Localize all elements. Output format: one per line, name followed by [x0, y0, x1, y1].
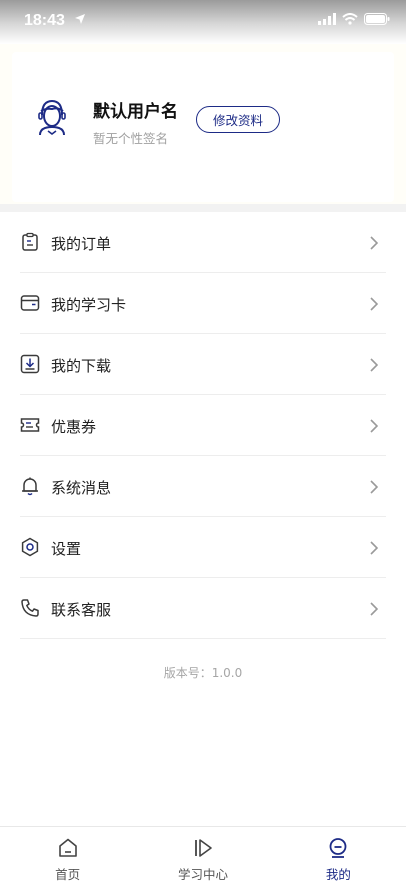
tab-mine[interactable]: 我的 [271, 827, 406, 888]
menu-item-label: 我的订单 [51, 235, 112, 253]
battery-icon [364, 13, 390, 25]
chevron-right-icon [370, 358, 378, 372]
divider [20, 638, 386, 639]
bell-icon [22, 477, 38, 496]
menu-item-label: 系统消息 [51, 479, 112, 497]
chevron-right-icon [370, 236, 378, 250]
tab-study-center[interactable]: 学习中心 [135, 827, 270, 888]
menu-item-label: 设置 [51, 540, 82, 558]
avatar-icon[interactable] [30, 95, 74, 139]
signal-icon [318, 13, 336, 25]
status-time: 18:43 [24, 12, 65, 29]
menu-item-messages[interactable]: 系统消息 [0, 456, 406, 517]
tab-label: 学习中心 [177, 867, 228, 882]
tab-label: 首页 [55, 867, 81, 882]
menu-item-study-card[interactable]: 我的学习卡 [0, 273, 406, 334]
study-center-icon [195, 839, 212, 857]
phone-icon [21, 599, 39, 617]
chevron-right-icon [370, 419, 378, 433]
menu-item-coupons[interactable]: 优惠券 [0, 395, 406, 456]
menu-item-label: 联系客服 [51, 601, 112, 619]
tab-label: 我的 [325, 867, 351, 882]
tab-home[interactable]: 首页 [0, 827, 135, 888]
status-icons [318, 13, 390, 25]
menu-item-downloads[interactable]: 我的下载 [0, 334, 406, 395]
wifi-icon [342, 13, 358, 25]
profile-icon [329, 838, 347, 858]
menu-item-settings[interactable]: 设置 [0, 517, 406, 578]
menu-item-label: 优惠券 [51, 418, 97, 436]
settings-icon [21, 537, 39, 557]
chevron-right-icon [370, 480, 378, 494]
location-arrow-icon [75, 14, 85, 24]
download-icon [20, 354, 40, 374]
chevron-right-icon [370, 541, 378, 555]
version-text: 版本号：1.0.0 [163, 666, 243, 680]
bottom-tab-bar: 首页 学习中心 我的 [0, 826, 406, 888]
menu-list: 我的订单 我的学习卡 我的下载 优惠券 系统消息 设置 联系客服 [0, 212, 406, 639]
section-divider [0, 204, 406, 212]
edit-profile-button[interactable]: 修改资料 [196, 106, 280, 133]
menu-item-orders[interactable]: 我的订单 [0, 212, 406, 273]
menu-item-customer-service[interactable]: 联系客服 [0, 578, 406, 639]
coupon-icon [20, 418, 40, 432]
user-name: 默认用户名 [93, 102, 178, 122]
user-signature: 暂无个性签名 [93, 131, 169, 146]
menu-item-label: 我的下载 [51, 357, 112, 375]
home-icon [58, 838, 77, 857]
card-icon [20, 295, 40, 311]
order-icon [22, 232, 38, 251]
menu-item-label: 我的学习卡 [51, 296, 127, 314]
chevron-right-icon [370, 602, 378, 616]
chevron-right-icon [370, 297, 378, 311]
status-bar: 18:43 [0, 0, 406, 44]
